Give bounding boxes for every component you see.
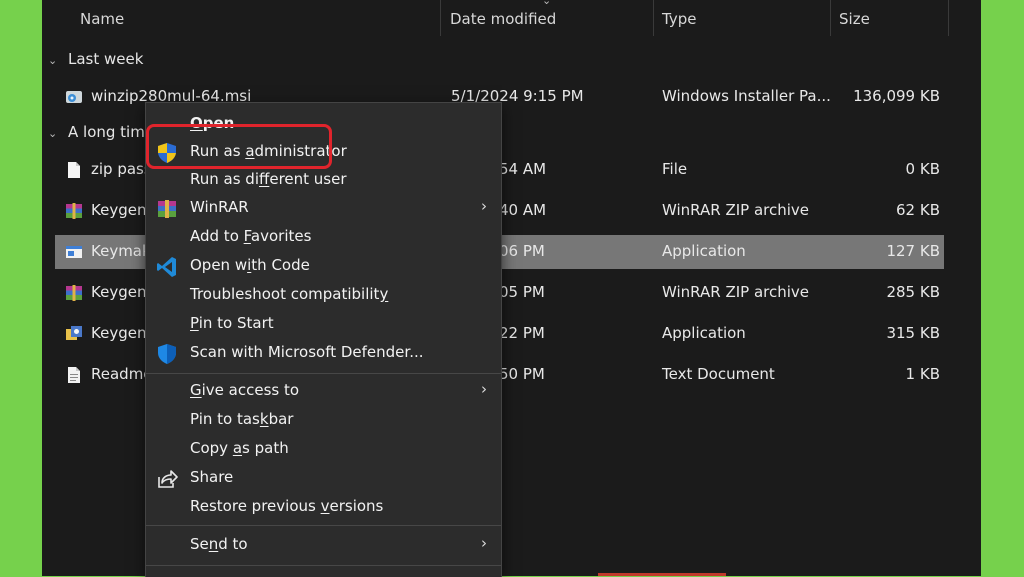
keygen-app-icon — [66, 326, 82, 340]
menu-separator — [146, 373, 501, 374]
menu-item-add-to-favorites[interactable]: Add to Favorites — [146, 223, 501, 252]
chevron-right-icon: › — [481, 380, 487, 398]
blank-file-icon — [68, 162, 80, 178]
winrar-archive-icon — [66, 203, 82, 219]
menu-item-restore-previous-versions[interactable]: Restore previous versions — [146, 493, 501, 522]
column-divider[interactable] — [830, 0, 831, 36]
file-size: 136,099 KB — [853, 87, 940, 105]
highlight-box — [146, 124, 332, 169]
winrar-icon — [158, 200, 176, 218]
file-name: zip pass — [91, 160, 152, 178]
file-size: 62 KB — [896, 201, 940, 219]
menu-item-send-to[interactable]: Send to › — [146, 531, 501, 560]
menu-item-troubleshoot-compatibility[interactable]: Troubleshoot compatibility — [146, 281, 501, 310]
menu-item-label: Pin to Start — [190, 314, 274, 332]
msi-installer-icon — [66, 91, 82, 103]
file-size: 127 KB — [886, 242, 940, 260]
defender-shield-icon — [158, 344, 176, 364]
menu-item-label: Share — [190, 468, 234, 486]
share-icon — [158, 470, 178, 488]
file-name: Keymak — [91, 242, 151, 260]
menu-item-label: Run as different user — [190, 170, 347, 188]
file-name: Keygen — [91, 201, 147, 219]
menu-item-label: Give access to — [190, 381, 300, 399]
file-size: 285 KB — [886, 283, 940, 301]
file-type: File — [662, 160, 688, 178]
menu-item-open-with-code[interactable]: Open with Code — [146, 252, 501, 281]
file-size: 315 KB — [886, 324, 940, 342]
menu-item-share[interactable]: Share — [146, 464, 501, 493]
winrar-archive-icon — [66, 285, 82, 301]
file-type: Windows Installer Pa... — [662, 87, 831, 105]
menu-item-winrar[interactable]: WinRAR › — [146, 194, 501, 223]
menu-separator — [146, 565, 501, 566]
text-document-icon — [68, 367, 80, 383]
column-divider[interactable] — [440, 0, 441, 36]
file-size: 1 KB — [905, 365, 940, 383]
column-header-type[interactable]: Type — [662, 0, 696, 38]
context-menu: Open Run as administrator Run as differe… — [145, 102, 502, 577]
file-type: Text Document — [662, 365, 775, 383]
column-header-date[interactable]: Date modified — [450, 0, 556, 38]
menu-item-label: Copy as path — [190, 439, 289, 457]
menu-item-copy-as-path[interactable]: Copy as path — [146, 435, 501, 464]
menu-item-pin-to-start[interactable]: Pin to Start — [146, 310, 501, 339]
column-header-size[interactable]: Size — [839, 0, 870, 38]
group-label: Last week — [68, 50, 144, 68]
menu-item-run-as-different-user[interactable]: Run as different user — [146, 166, 501, 195]
menu-separator — [146, 525, 501, 526]
menu-item-label: Add to Favorites — [190, 227, 312, 245]
file-type: WinRAR ZIP archive — [662, 201, 810, 219]
menu-item-label: Open with Code — [190, 256, 310, 274]
file-name: Keygen — [91, 283, 147, 301]
column-header-name[interactable]: Name — [80, 0, 124, 38]
chevron-down-icon: ⌄ — [48, 54, 58, 67]
menu-item-label: WinRAR — [190, 198, 249, 216]
column-divider[interactable] — [948, 0, 949, 36]
menu-item-give-access-to[interactable]: Give access to › — [146, 377, 501, 406]
menu-item-pin-to-taskbar[interactable]: Pin to taskbar — [146, 406, 501, 435]
menu-item-label: Scan with Microsoft Defender... — [190, 343, 424, 361]
menu-item-label: Send to — [190, 535, 248, 553]
menu-item-label: Pin to taskbar — [190, 410, 294, 428]
file-type: Application — [662, 324, 746, 342]
file-name: Readme — [91, 365, 153, 383]
vscode-icon — [157, 257, 176, 277]
column-divider[interactable] — [653, 0, 654, 36]
chevron-right-icon: › — [481, 197, 487, 215]
chevron-down-icon: ⌄ — [48, 127, 58, 140]
file-name: Keygen — [91, 324, 147, 342]
file-type: Application — [662, 242, 746, 260]
file-type: WinRAR ZIP archive — [662, 283, 810, 301]
menu-item-label: Troubleshoot compatibility — [190, 285, 389, 303]
menu-item-label: Restore previous versions — [190, 497, 384, 515]
application-icon — [66, 246, 82, 258]
chevron-right-icon: › — [481, 534, 487, 552]
file-size: 0 KB — [905, 160, 940, 178]
group-header-last-week[interactable]: ⌄ Last week — [48, 47, 143, 71]
menu-item-scan-with-defender[interactable]: Scan with Microsoft Defender... — [146, 339, 501, 368]
